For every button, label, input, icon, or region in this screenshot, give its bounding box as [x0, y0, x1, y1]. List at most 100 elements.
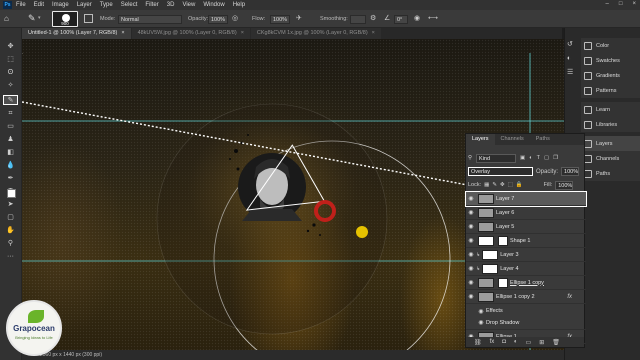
type-filter-icon[interactable]: T	[537, 155, 540, 161]
lasso-tool-icon[interactable]: ʘ	[3, 68, 18, 78]
close-icon[interactable]: ×	[121, 30, 124, 36]
layer-row-layer-6[interactable]: ◉ Layer 6	[466, 206, 586, 220]
opacity-input[interactable]: 100%	[208, 15, 228, 24]
menu-type[interactable]: Type	[100, 2, 113, 8]
pressure-opacity-icon[interactable]: ◎	[232, 14, 238, 22]
patterns-panel-tab[interactable]: Patterns	[581, 83, 640, 98]
adjustment-filter-icon[interactable]: ◐	[529, 155, 532, 161]
visibility-eye-icon[interactable]: ◉	[466, 279, 476, 286]
swatches-panel-tab[interactable]: Swatches	[581, 53, 640, 68]
color-panel-tab[interactable]: Color	[581, 38, 640, 53]
tab-ckg8kcvm[interactable]: CKg8kCVM 1x.jpg @ 100% (Layer 0, RGB/8) ×	[250, 28, 381, 39]
properties-icon[interactable]: ☰	[567, 66, 579, 80]
visibility-eye-icon[interactable]: ◉	[466, 209, 476, 216]
add-style-icon[interactable]: fx	[490, 339, 495, 345]
marquee-tool-icon[interactable]: ⬚	[3, 55, 18, 65]
visibility-eye-icon[interactable]: ◉	[466, 195, 476, 202]
visibility-eye-icon[interactable]: ◉	[466, 265, 476, 272]
lock-all-icon[interactable]: 🔒	[516, 182, 523, 188]
mode-select[interactable]: Normal	[118, 15, 182, 24]
visibility-eye-icon[interactable]: ◉	[466, 223, 476, 230]
lock-position-icon[interactable]: ✥	[500, 182, 505, 188]
quick-select-tool-icon[interactable]: ✧	[3, 81, 18, 91]
paths-panel-tab[interactable]: Paths	[581, 166, 640, 181]
visibility-eye-icon[interactable]: ◉	[476, 308, 486, 315]
layer-row-ellipse-1-copy-2[interactable]: ◉ Ellipse 1 copy 2 fx	[466, 290, 586, 304]
menu-window[interactable]: Window	[203, 2, 224, 8]
menu-help[interactable]: Help	[233, 2, 245, 8]
layer-row-layer-5[interactable]: ◉ Layer 5	[466, 220, 586, 234]
layer-effects-badge[interactable]: fx	[567, 294, 572, 300]
menu-edit[interactable]: Edit	[34, 2, 44, 8]
adjustments-icon[interactable]: ◐	[567, 52, 579, 66]
layer-row-ellipse-1-copy[interactable]: ◉ Ellipse 1 copy	[466, 276, 586, 290]
menu-view[interactable]: View	[182, 2, 195, 8]
history-icon[interactable]: ↺	[567, 38, 579, 52]
menu-file[interactable]: File	[16, 2, 26, 8]
layer-opacity-input[interactable]: 100%	[561, 167, 580, 176]
pen-tool-icon[interactable]: ✒	[3, 174, 18, 184]
gradients-panel-tab[interactable]: Gradients	[581, 68, 640, 83]
tab-layers[interactable]: Layers	[466, 134, 495, 145]
menu-select[interactable]: Select	[121, 2, 138, 8]
tab-channels[interactable]: Channels	[495, 134, 530, 145]
tab-48kuv5w[interactable]: 48kUV5W.jpg @ 100% (Layer 0, RGB/8) ×	[131, 28, 250, 39]
delete-layer-icon[interactable]: 🗑	[552, 339, 560, 346]
link-layers-icon[interactable]: ⛓	[474, 339, 482, 346]
pressure-size-icon[interactable]: ◉	[414, 14, 420, 22]
tab-paths[interactable]: Paths	[530, 134, 556, 145]
blend-mode-select[interactable]: Overlay	[468, 167, 533, 176]
channels-panel-tab[interactable]: Channels	[581, 151, 640, 166]
adjustment-layer-icon[interactable]: ◐	[514, 339, 518, 345]
shape-filter-icon[interactable]: ▢	[544, 155, 549, 161]
layer-row-shape-1[interactable]: ◉ Shape 1	[466, 234, 586, 248]
symmetry-icon[interactable]: ⟷	[428, 14, 438, 22]
clone-stamp-icon[interactable]: ♟	[3, 135, 18, 145]
close-button[interactable]: ×	[632, 1, 636, 7]
brush-settings-icon[interactable]	[84, 14, 93, 23]
lock-paint-icon[interactable]: ✎	[492, 182, 497, 188]
drop-shadow-row[interactable]: ◉ Drop Shadow	[466, 316, 586, 330]
menu-3d[interactable]: 3D	[167, 2, 175, 8]
menu-image[interactable]: Image	[52, 2, 69, 8]
layer-row-layer-4[interactable]: ◉ ↳ Layer 4	[466, 262, 586, 276]
shape-tool-icon[interactable]: ▢	[3, 213, 18, 223]
close-icon[interactable]: ×	[372, 30, 375, 36]
pixel-filter-icon[interactable]: ▣	[520, 155, 525, 161]
chevron-down-icon[interactable]: ▾	[38, 15, 41, 21]
layers-panel-tab[interactable]: Layers	[581, 136, 640, 151]
add-mask-icon[interactable]: ◘	[502, 339, 506, 345]
home-icon[interactable]: ⌂	[4, 14, 9, 23]
new-group-icon[interactable]: ▭	[526, 339, 532, 346]
close-icon[interactable]: ×	[241, 30, 244, 36]
learn-panel-tab[interactable]: Learn	[581, 102, 640, 117]
more-tools-icon[interactable]: ···	[3, 252, 18, 262]
zoom-tool-icon[interactable]: ⚲	[3, 239, 18, 249]
visibility-eye-icon[interactable]: ◉	[476, 319, 486, 326]
path-select-icon[interactable]: ➤	[3, 200, 18, 210]
gear-icon[interactable]: ⚙	[370, 14, 376, 22]
lock-pixels-icon[interactable]: ▦	[484, 182, 489, 188]
flow-input[interactable]: 100%	[270, 15, 290, 24]
tab-untitled-1[interactable]: Untitled-1 @ 100% (Layer 7, RGB/8) ×	[22, 28, 131, 39]
lock-artboard-icon[interactable]: ⬚	[508, 182, 513, 188]
crop-tool-icon[interactable]: ⌗	[3, 109, 18, 119]
layer-row-layer-7[interactable]: ◉ Layer 7	[465, 191, 587, 207]
smart-filter-icon[interactable]: ❐	[553, 155, 558, 161]
hand-tool-icon[interactable]: ✋	[3, 226, 18, 236]
libraries-panel-tab[interactable]: Libraries	[581, 117, 640, 132]
foreground-color-swatch[interactable]	[7, 189, 16, 198]
kind-filter-select[interactable]: Kind	[476, 153, 517, 163]
angle-input[interactable]: 0°	[394, 15, 408, 24]
minimize-button[interactable]: –	[606, 1, 609, 7]
brush-tool-icon[interactable]: ✎	[3, 95, 18, 105]
smoothing-input[interactable]	[350, 15, 366, 24]
move-tool-icon[interactable]: ✥	[3, 42, 18, 52]
new-layer-icon[interactable]: ⊞	[539, 339, 544, 346]
airbrush-icon[interactable]: ✈	[296, 14, 302, 22]
maximize-button[interactable]: □	[619, 1, 623, 7]
menu-layer[interactable]: Layer	[77, 2, 92, 8]
visibility-eye-icon[interactable]: ◉	[466, 237, 476, 244]
brush-preset-picker[interactable]: 900	[52, 11, 78, 27]
layer-row-layer-3[interactable]: ◉ ↳ Layer 3	[466, 248, 586, 262]
